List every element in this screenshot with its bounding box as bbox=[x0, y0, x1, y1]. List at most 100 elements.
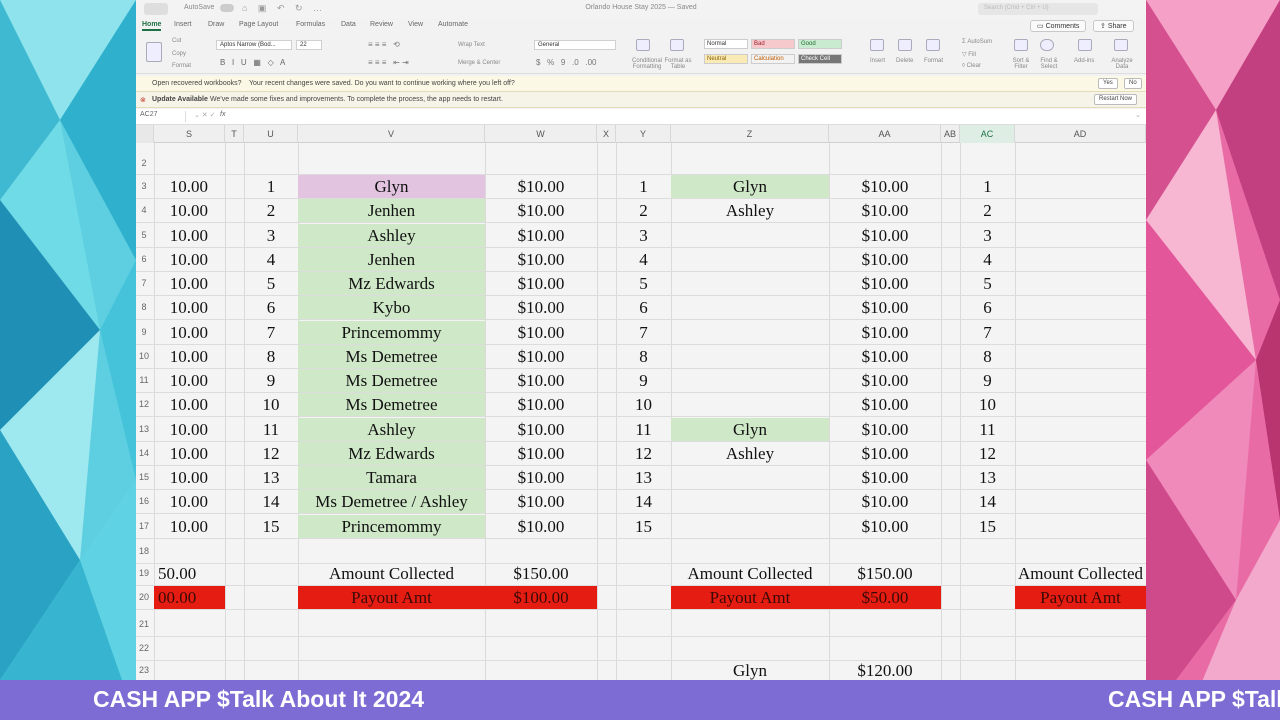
cell-ac[interactable]: 6 bbox=[960, 296, 1015, 319]
merge-center-button[interactable]: Merge & Center bbox=[458, 60, 500, 66]
row-number[interactable]: 5 bbox=[136, 230, 152, 240]
cell-y[interactable]: 9 bbox=[616, 369, 671, 392]
find-select-icon[interactable] bbox=[1040, 39, 1054, 51]
tab-draw[interactable]: Draw bbox=[208, 21, 224, 28]
expand-formula-bar-icon[interactable]: ⌄ bbox=[1135, 111, 1141, 119]
row-number[interactable]: 10 bbox=[136, 351, 152, 361]
cell-ac[interactable]: 2 bbox=[960, 199, 1015, 222]
cell-w[interactable]: $10.00 bbox=[485, 296, 597, 319]
cell-aa[interactable]: $50.00 bbox=[829, 586, 941, 609]
font-style-buttons[interactable]: B I U ▦ ◇ A bbox=[220, 58, 285, 67]
cell-y[interactable]: 8 bbox=[616, 345, 671, 368]
tab-view[interactable]: View bbox=[408, 21, 423, 28]
cell-s[interactable]: 10.00 bbox=[154, 490, 225, 513]
cell-ac[interactable]: 14 bbox=[960, 490, 1015, 513]
tab-page-layout[interactable]: Page Layout bbox=[239, 21, 278, 28]
row-number[interactable]: 22 bbox=[136, 643, 152, 653]
cell-y[interactable]: 2 bbox=[616, 199, 671, 222]
cell-ac[interactable]: 8 bbox=[960, 345, 1015, 368]
row-number[interactable]: 11 bbox=[136, 375, 152, 385]
add-ins-icon[interactable] bbox=[1078, 39, 1092, 51]
cell-ac[interactable]: 1 bbox=[960, 175, 1015, 198]
comments-button[interactable]: ▭ Comments bbox=[1030, 20, 1087, 32]
row-number[interactable]: 23 bbox=[136, 665, 152, 675]
column-header-t[interactable]: T bbox=[225, 125, 244, 143]
select-all-corner[interactable] bbox=[136, 125, 154, 143]
cell-s[interactable]: 10.00 bbox=[154, 321, 225, 344]
row-number[interactable]: 19 bbox=[136, 568, 152, 578]
cell-aa[interactable]: $10.00 bbox=[829, 199, 941, 222]
restart-now-button[interactable]: Restart Now bbox=[1094, 94, 1138, 105]
find-select-label[interactable]: Find & Select bbox=[1036, 58, 1062, 70]
cell-aa[interactable]: $10.00 bbox=[829, 321, 941, 344]
format-cells-label[interactable]: Format bbox=[924, 58, 943, 64]
cell-v[interactable]: Ms Demetree bbox=[298, 393, 485, 417]
yes-button[interactable]: Yes bbox=[1098, 78, 1118, 89]
cell-ac[interactable]: 9 bbox=[960, 369, 1015, 392]
row-number[interactable]: 16 bbox=[136, 496, 152, 506]
cell-s[interactable]: 10.00 bbox=[154, 393, 225, 416]
align-buttons-2[interactable]: ≡ ≡ ≡ ⇤ ⇥ bbox=[368, 58, 409, 67]
cell-s[interactable]: 50.00 bbox=[154, 562, 225, 585]
cell-ac[interactable]: 3 bbox=[960, 224, 1015, 247]
column-header-x[interactable]: X bbox=[597, 125, 616, 143]
add-ins-label[interactable]: Add-ins bbox=[1074, 58, 1094, 64]
style-bad[interactable]: Bad bbox=[751, 39, 795, 49]
cell-s[interactable]: 10.00 bbox=[154, 345, 225, 368]
function-icon[interactable]: fx bbox=[220, 111, 225, 118]
cell-z[interactable]: Glyn bbox=[671, 417, 829, 441]
analyze-data-icon[interactable] bbox=[1114, 39, 1128, 51]
row-number[interactable]: 7 bbox=[136, 278, 152, 288]
cell-z[interactable]: Ashley bbox=[671, 199, 829, 222]
row-number[interactable]: 12 bbox=[136, 399, 152, 409]
column-header-y[interactable]: Y bbox=[616, 125, 671, 143]
row-number[interactable]: 2 bbox=[136, 158, 152, 168]
cell-aa[interactable]: $10.00 bbox=[829, 515, 941, 538]
cell-w[interactable]: $10.00 bbox=[485, 272, 597, 295]
cell-y[interactable]: 13 bbox=[616, 466, 671, 489]
cell-aa[interactable]: $10.00 bbox=[829, 393, 941, 416]
cell-w[interactable]: $10.00 bbox=[485, 224, 597, 247]
tab-automate[interactable]: Automate bbox=[438, 21, 468, 28]
cell-u[interactable]: 1 bbox=[244, 175, 298, 198]
cell-v[interactable]: Ashley bbox=[298, 223, 485, 247]
style-check-cell[interactable]: Check Cell bbox=[798, 54, 842, 64]
cell-z[interactable]: Glyn bbox=[671, 659, 829, 680]
autosum-button[interactable]: Σ AutoSum bbox=[962, 39, 992, 45]
cell-aa[interactable]: $10.00 bbox=[829, 466, 941, 489]
cell-aa[interactable]: $10.00 bbox=[829, 490, 941, 513]
row-number[interactable]: 15 bbox=[136, 472, 152, 482]
format-as-table-label[interactable]: Format as Table bbox=[664, 58, 692, 70]
format-painter-button[interactable]: Format bbox=[172, 63, 191, 69]
column-header-v[interactable]: V bbox=[298, 125, 485, 143]
cell-y[interactable]: 7 bbox=[616, 321, 671, 344]
cell-u[interactable]: 15 bbox=[244, 515, 298, 538]
cell-v[interactable]: Mz Edwards bbox=[298, 441, 485, 465]
spreadsheet-grid[interactable]: 2 3 10.00 1 Glyn $10.00 1 Glyn $10.00 1 4 10.00 2 Jen… bbox=[136, 143, 1146, 680]
cell-ad[interactable]: Amount Collected bbox=[1015, 562, 1146, 585]
number-format-select[interactable]: General bbox=[534, 40, 616, 50]
cell-s[interactable]: 10.00 bbox=[154, 272, 225, 295]
cell-w[interactable]: $10.00 bbox=[485, 248, 597, 271]
cell-u[interactable]: 12 bbox=[244, 442, 298, 465]
cell-v[interactable]: Princemommy bbox=[298, 514, 485, 538]
cell-w[interactable]: $10.00 bbox=[485, 175, 597, 198]
cell-ac[interactable]: 4 bbox=[960, 248, 1015, 271]
cell-u[interactable]: 9 bbox=[244, 369, 298, 392]
cell-z[interactable]: Glyn bbox=[671, 175, 829, 198]
cell-v[interactable]: Ms Demetree bbox=[298, 369, 485, 392]
cell-y[interactable]: 5 bbox=[616, 272, 671, 295]
share-button[interactable]: ⇪ Share bbox=[1093, 20, 1134, 32]
paste-icon[interactable] bbox=[146, 42, 162, 62]
cell-ad[interactable]: Payout Amt bbox=[1015, 586, 1146, 609]
cell-u[interactable]: 11 bbox=[244, 418, 298, 441]
row-number[interactable]: 17 bbox=[136, 521, 152, 531]
column-header-aa[interactable]: AA bbox=[829, 125, 941, 143]
cut-button[interactable]: Cut bbox=[172, 38, 181, 44]
row-number[interactable]: 13 bbox=[136, 424, 152, 434]
cell-v[interactable]: Tamara bbox=[298, 466, 485, 489]
cell-u[interactable]: 10 bbox=[244, 393, 298, 416]
formula-bar-controls[interactable]: ⌄ ✕ ✓ bbox=[194, 111, 216, 119]
insert-cells-icon[interactable] bbox=[870, 39, 884, 51]
style-calculation[interactable]: Calculation bbox=[751, 54, 795, 64]
